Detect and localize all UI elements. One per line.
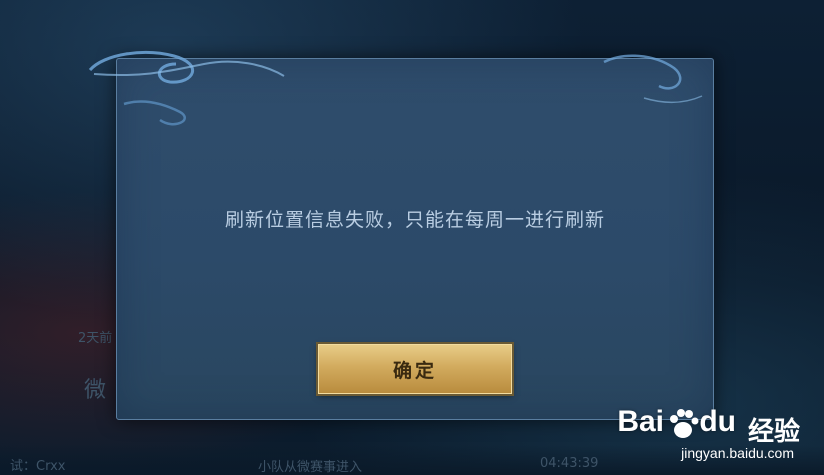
bg-bottom-center: 小队从微赛事进入: [258, 460, 363, 475]
baidu-paw-icon: [670, 409, 699, 438]
baidu-watermark: Bai du 经验 jingyan.baidu.com: [600, 405, 810, 465]
alert-dialog: 刷新位置信息失败，只能在每周一进行刷新 确定: [116, 58, 714, 420]
watermark-url: jingyan.baidu.com: [681, 445, 794, 461]
confirm-button[interactable]: 确定: [318, 344, 512, 394]
watermark-brand-du: du: [699, 405, 736, 438]
watermark-brand-cn: 经验: [747, 417, 800, 447]
bg-left-label-2: 微: [84, 378, 107, 403]
watermark-brand-bai: Bai: [617, 405, 664, 438]
bg-bottom-left: 试：Crxx: [10, 459, 66, 474]
bg-left-label: 2天前: [78, 331, 113, 346]
dialog-message: 刷新位置信息失败，只能在每周一进行刷新: [224, 209, 605, 231]
bg-bottom-right: 04:43:39: [540, 456, 599, 471]
